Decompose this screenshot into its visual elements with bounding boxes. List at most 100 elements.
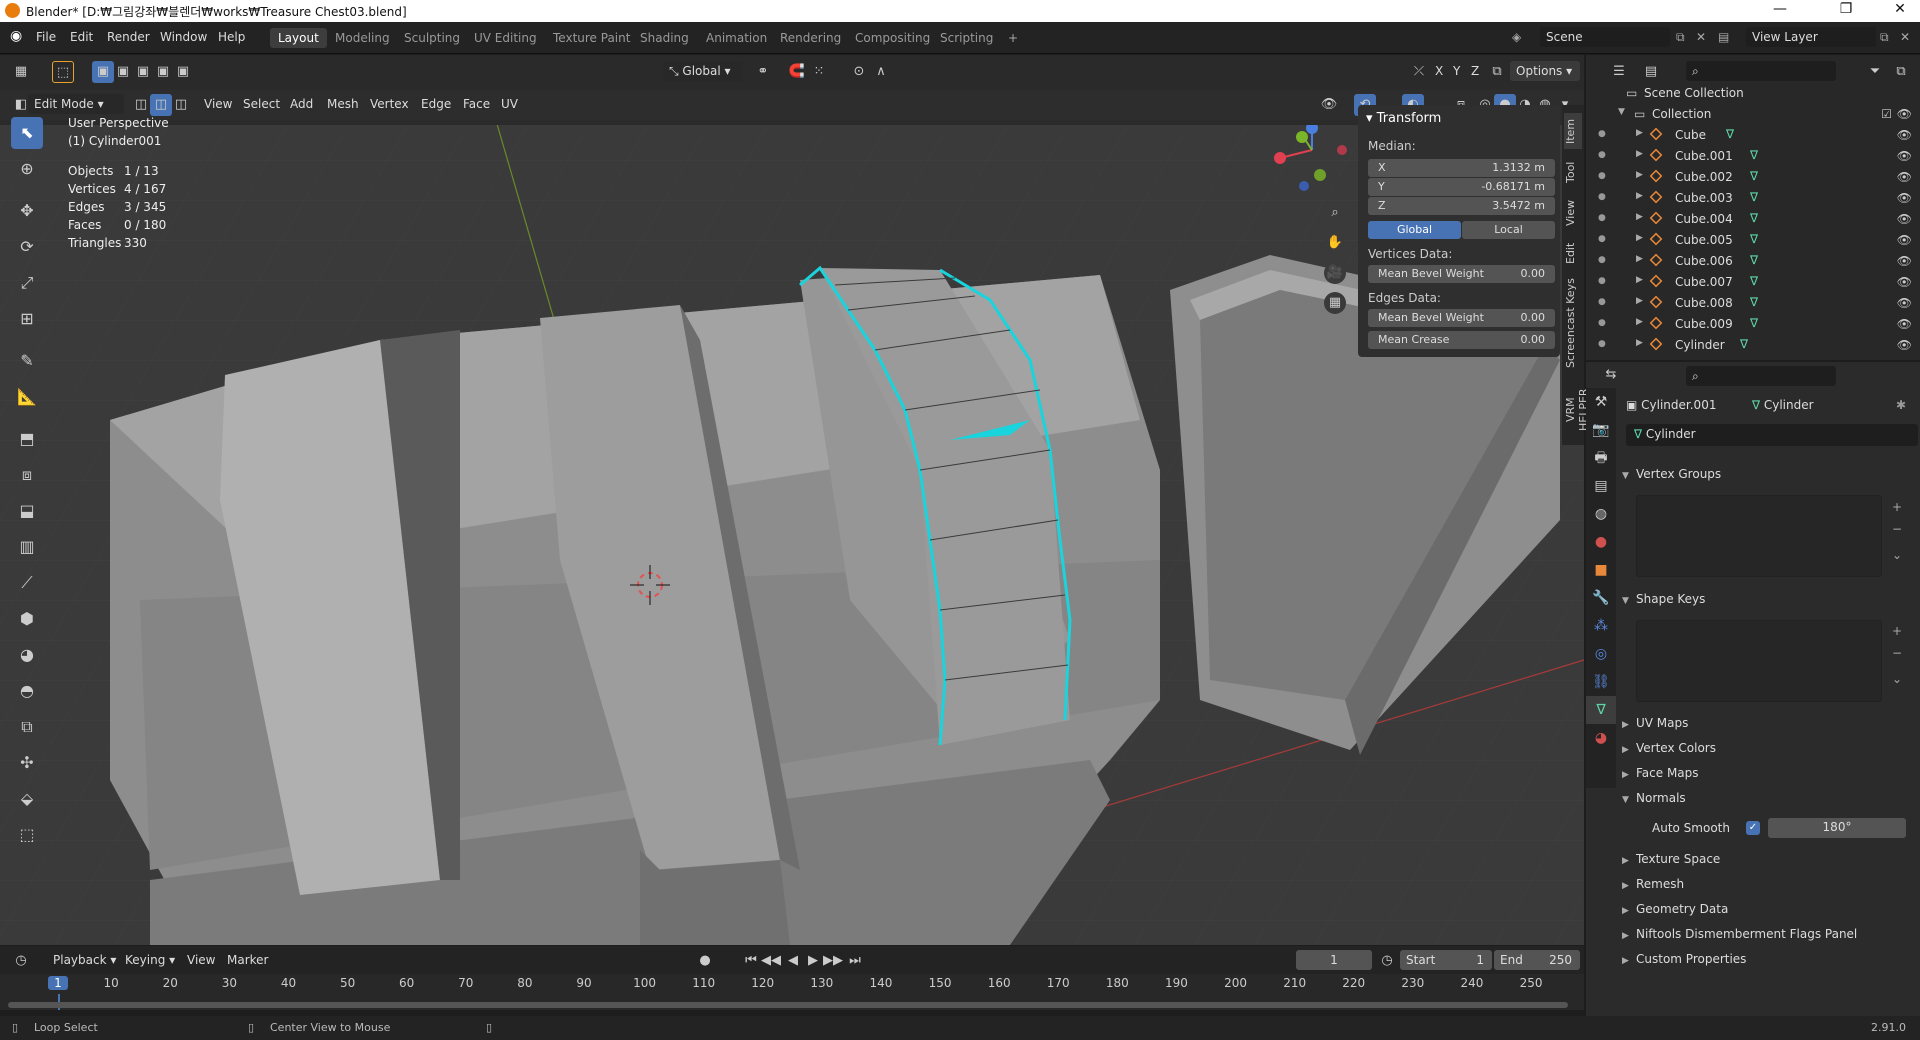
spin-tool-icon[interactable]: ◕	[11, 639, 43, 671]
eye-icon[interactable]: 👁	[1897, 317, 1912, 331]
edge-slide-tool-icon[interactable]: ⧉	[11, 711, 43, 743]
eye-icon[interactable]: 👁	[1897, 170, 1912, 184]
outliner-scene-collection[interactable]: ▭ Scene Collection	[1586, 83, 1920, 104]
tab-texture-paint[interactable]: Texture Paint	[545, 28, 638, 48]
outliner-item[interactable]: ● ▶ Cube.007 ∇ 👁	[1586, 272, 1920, 293]
tab-view[interactable]: View	[1564, 195, 1582, 231]
menu-select[interactable]: Select	[236, 94, 287, 116]
modifier-tab-icon[interactable]: 🔧	[1586, 584, 1616, 612]
auto-smooth-angle-field[interactable]: 180°	[1768, 818, 1906, 838]
scene-icon[interactable]: ◈	[1512, 30, 1521, 44]
properties-search-input[interactable]: ⌕	[1686, 366, 1836, 386]
menu-mesh[interactable]: Mesh	[320, 94, 366, 116]
options-dropdown[interactable]: Options ▾	[1510, 61, 1580, 81]
edge-bevel-weight-field[interactable]: Mean Bevel Weight 0.00	[1368, 309, 1555, 327]
median-x-field[interactable]: X 1.3132 m	[1368, 159, 1555, 177]
eye-icon[interactable]: 👁	[1897, 233, 1912, 247]
global-toggle[interactable]: Global	[1368, 221, 1461, 239]
prev-keyframe-icon[interactable]: ◀◀	[760, 950, 782, 972]
tab-shading[interactable]: Shading	[632, 28, 697, 48]
menu-face[interactable]: Face	[456, 94, 497, 116]
view-layer-icon[interactable]: ▤	[1718, 30, 1729, 44]
close-button[interactable]: ✕	[1880, 1, 1920, 17]
mode-extend-icon[interactable]: ▣	[112, 61, 134, 83]
menu-playback[interactable]: Playback ▾	[46, 950, 123, 972]
section-face-maps[interactable]: ▶ Face Maps	[1622, 766, 1912, 790]
outliner-item[interactable]: ● ▶ Cube.008 ∇ 👁	[1586, 293, 1920, 314]
blender-menu-icon[interactable]: ◉	[10, 28, 22, 44]
scene-tab-icon[interactable]: ◍	[1586, 500, 1616, 528]
shrink-fatten-tool-icon[interactable]: ✣	[11, 747, 43, 779]
vertex-group-menu-icon[interactable]: ⌄	[1892, 548, 1902, 562]
maximize-button[interactable]: ❐	[1826, 1, 1866, 17]
visibility-icon[interactable]: 👁	[1318, 94, 1340, 116]
remove-vertex-group-icon[interactable]: −	[1892, 522, 1902, 536]
vertex-groups-list[interactable]	[1636, 495, 1882, 577]
poly-build-tool-icon[interactable]: ⬢	[11, 603, 43, 635]
outliner-item[interactable]: ● ▶ Cube.006 ∇ 👁	[1586, 251, 1920, 272]
current-frame-field[interactable]: 1	[1296, 950, 1372, 970]
mode-intersect-icon[interactable]: ▣	[172, 61, 194, 83]
auto-smooth-checkbox[interactable]: ✓	[1746, 821, 1760, 835]
tab-sculpting[interactable]: Sculpting	[396, 28, 468, 48]
ortho-toggle-icon[interactable]: ▦	[1324, 292, 1346, 314]
delete-scene-icon[interactable]: ✕	[1696, 30, 1706, 44]
snap-target-icon[interactable]: ⁙	[808, 61, 830, 83]
mode-new-icon[interactable]: ▣	[92, 61, 114, 83]
tool-tab-icon[interactable]: ⚒	[1586, 388, 1616, 416]
scene-field[interactable]: Scene	[1540, 27, 1670, 47]
eye-icon[interactable]: 👁	[1897, 254, 1912, 268]
menu-view[interactable]: View	[197, 94, 239, 116]
move-tool-icon[interactable]: ✥	[11, 195, 43, 227]
outliner-editor-icon[interactable]: ☰	[1608, 61, 1630, 83]
mode-dropdown[interactable]: Edit Mode ▾	[28, 94, 124, 114]
filter-icon[interactable]: ⏷	[1864, 61, 1886, 83]
render-tab-icon[interactable]: 📷	[1586, 416, 1616, 444]
eye-icon[interactable]: 👁	[1897, 191, 1912, 205]
output-tab-icon[interactable]: 🖶	[1586, 444, 1616, 472]
shear-tool-icon[interactable]: ⬙	[11, 783, 43, 815]
expand-icon[interactable]: ▼	[1618, 107, 1625, 117]
outliner-search-input[interactable]: ⌕	[1686, 61, 1836, 81]
jump-start-icon[interactable]: ⏮	[740, 950, 762, 972]
add-workspace-icon[interactable]: +	[1000, 28, 1026, 48]
section-vertex-groups[interactable]: ▼ Vertex Groups	[1622, 467, 1912, 491]
outliner-item[interactable]: ● ▶ Cube.003 ∇ 👁	[1586, 188, 1920, 209]
select-tool-icon[interactable]: ⬉	[11, 117, 43, 149]
remove-shape-key-icon[interactable]: −	[1892, 646, 1902, 660]
delete-view-layer-icon[interactable]: ✕	[1900, 30, 1910, 44]
extrude-tool-icon[interactable]: ⬒	[11, 423, 43, 455]
view-layer-tab-icon[interactable]: ▤	[1586, 472, 1616, 500]
new-view-layer-icon[interactable]: ⧉	[1880, 30, 1889, 45]
section-remesh[interactable]: ▶ Remesh	[1622, 877, 1912, 901]
auto-merge-icon[interactable]: ⧉	[1486, 61, 1508, 83]
eye-icon[interactable]: 👁	[1897, 296, 1912, 310]
section-uv-maps[interactable]: ▶ UV Maps	[1622, 716, 1912, 740]
transform-header[interactable]: ▾ Transform	[1366, 111, 1441, 126]
tab-layout[interactable]: Layout	[270, 28, 327, 48]
play-icon[interactable]: ▶	[802, 950, 824, 972]
view-layer-field[interactable]: View Layer	[1746, 27, 1876, 47]
next-keyframe-icon[interactable]: ▶▶	[822, 950, 844, 972]
editor-type-icon[interactable]: ▦	[10, 61, 32, 83]
section-vertex-colors[interactable]: ▶ Vertex Colors	[1622, 741, 1912, 765]
inset-tool-icon[interactable]: ⧈	[11, 459, 43, 491]
outliner-item[interactable]: ● ▶ Cylinder ∇ 👁	[1586, 335, 1920, 356]
local-toggle[interactable]: Local	[1462, 221, 1555, 239]
rotate-tool-icon[interactable]: ⟳	[11, 231, 43, 263]
menu-keying[interactable]: Keying ▾	[118, 950, 182, 972]
select-box-icon[interactable]: ⬚	[52, 61, 74, 83]
section-shape-keys[interactable]: ▼ Shape Keys	[1622, 592, 1912, 616]
jump-end-icon[interactable]: ⏭	[844, 950, 866, 972]
section-normals[interactable]: ▼ Normals	[1622, 791, 1912, 815]
edge-select-icon[interactable]: ◫	[150, 94, 172, 116]
scale-tool-icon[interactable]: ⤢	[11, 267, 43, 299]
pin-icon[interactable]: ✱	[1896, 398, 1906, 412]
tab-compositing[interactable]: Compositing	[847, 28, 938, 48]
tab-scripting[interactable]: Scripting	[932, 28, 1001, 48]
end-frame-field[interactable]: End 250	[1494, 950, 1580, 970]
tab-screencast-keys[interactable]: Screencast Keys	[1564, 275, 1582, 371]
physics-tab-icon[interactable]: ◎	[1586, 640, 1616, 668]
tab-edit[interactable]: Edit	[1564, 237, 1582, 269]
section-custom-properties[interactable]: ▶ Custom Properties	[1622, 952, 1912, 976]
